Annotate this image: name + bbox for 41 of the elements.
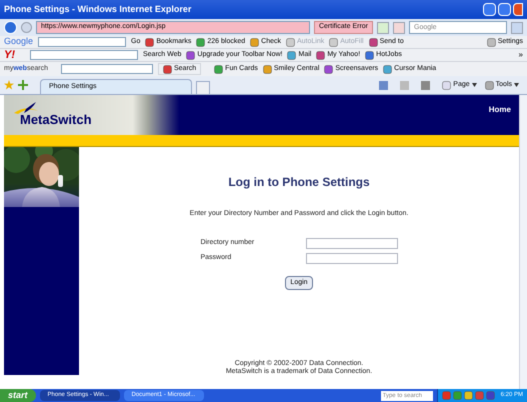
square-icon xyxy=(329,38,338,46)
square-icon xyxy=(383,64,392,74)
star-icon[interactable] xyxy=(4,80,14,90)
home-link[interactable]: Home xyxy=(488,104,511,116)
yahoo-logo: Y! xyxy=(4,50,15,60)
square-icon xyxy=(262,64,272,74)
input-field[interactable] xyxy=(306,238,398,248)
caret-icon xyxy=(472,83,477,87)
square-icon xyxy=(324,64,334,74)
minimize-button[interactable] xyxy=(483,3,496,16)
square-icon xyxy=(368,38,378,46)
square-icon xyxy=(286,38,295,46)
new-tab-button[interactable] xyxy=(196,81,210,94)
square-icon xyxy=(287,50,296,60)
metaswitch-logo: MetaSwitch xyxy=(20,113,92,127)
restore-button[interactable] xyxy=(498,3,511,16)
square-icon xyxy=(214,64,224,74)
back-button[interactable] xyxy=(4,21,17,34)
start-button[interactable]: start xyxy=(0,389,36,402)
square-icon xyxy=(316,50,326,60)
square-icon xyxy=(365,50,374,60)
more-button[interactable]: » xyxy=(518,49,523,61)
search-button[interactable] xyxy=(511,22,523,34)
forward-button[interactable] xyxy=(21,22,32,33)
mywebsearch-field[interactable] xyxy=(60,64,153,74)
input-field[interactable] xyxy=(306,252,398,264)
square-icon xyxy=(186,50,196,60)
square-icon xyxy=(145,38,154,46)
caret-icon xyxy=(514,83,519,87)
square-icon xyxy=(250,38,260,46)
stop-button[interactable] xyxy=(393,22,405,34)
page-heading: Log in to Phone Settings xyxy=(228,174,370,191)
window-title: Phone Settings - Windows Internet Explorer xyxy=(4,2,192,16)
refresh-button[interactable] xyxy=(377,22,389,34)
square-icon xyxy=(162,64,172,74)
google-logo: Google xyxy=(4,36,34,48)
add-favorite-icon[interactable] xyxy=(18,80,28,90)
yahoo-search-field[interactable] xyxy=(30,50,138,60)
close-button[interactable] xyxy=(513,3,523,16)
google-search-field[interactable] xyxy=(38,37,126,47)
square-icon xyxy=(196,38,206,46)
